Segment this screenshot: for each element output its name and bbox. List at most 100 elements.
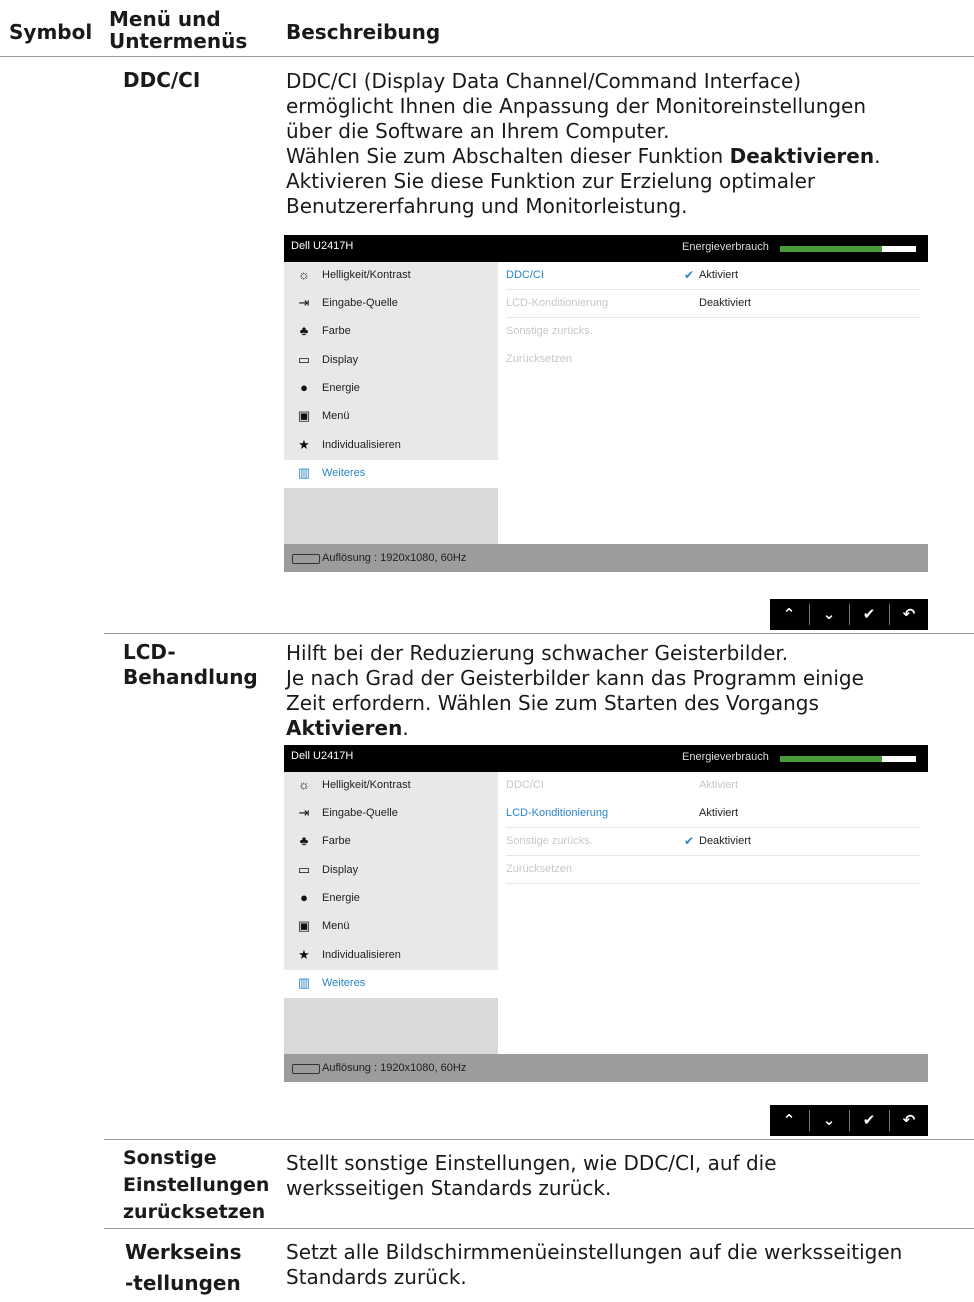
osd-menu-item[interactable]: ▣ Menü	[284, 403, 498, 431]
osd-menu-item[interactable]: ☼ Helligkeit/Kontrast	[284, 772, 498, 800]
color-icon: ♣	[299, 323, 309, 338]
back-icon[interactable]: ↶	[890, 599, 928, 630]
osd-screenshot-lcd: Dell U2417H Energieverbrauch ☼ Helligkeit…	[284, 745, 928, 1082]
display-icon: ▭	[297, 352, 311, 367]
desc-lcd: Hilft bei der Reduzierung schwacher Geis…	[286, 641, 864, 741]
energy-fill	[780, 246, 896, 252]
down-arrow-icon[interactable]: ⌄	[810, 1105, 848, 1136]
osd-resolution: Auflösung : 1920x1080, 60Hz	[322, 1062, 467, 1074]
nav-buttons: ⌃ ⌄ ✔ ↶	[770, 599, 928, 630]
energy-icon: ●	[300, 890, 308, 905]
desc-lcd-line2: Je nach Grad der Geisterbilder kann das …	[286, 666, 864, 690]
osd-model: Dell U2417H	[291, 240, 354, 252]
osd-menu-item[interactable]: ☼ Helligkeit/Kontrast	[284, 262, 498, 290]
energy-fill	[780, 756, 896, 762]
star-icon: ★	[298, 437, 310, 452]
up-arrow-icon[interactable]: ⌃	[770, 1105, 808, 1136]
display-icon: ▭	[297, 862, 311, 877]
osd-menu-item-selected[interactable]: ▥ Weiteres	[284, 970, 498, 998]
osd-submenu-panel: DDC/CI LCD-Konditionierung Sonstige zurü…	[498, 262, 928, 544]
menu-name-reset-other: Sonstige Einstellungen zurücksetzen	[123, 1147, 270, 1223]
osd-sub-reset[interactable]: Zurücksetzen	[506, 346, 708, 373]
col-menu-header: Menü und Untermenüs	[109, 8, 247, 52]
col-menu-header-line2: Untermenüs	[109, 29, 248, 53]
checkmark-icon[interactable]: ✔	[850, 1105, 888, 1136]
osd-sub-reset[interactable]: Zurücksetzen	[506, 856, 708, 883]
osd-main-menu: ☼ Helligkeit/Kontrast ⇥ Eingabe-Quelle ♣ Fa…	[284, 772, 498, 1054]
osd-energy-label: Energieverbrauch	[682, 241, 769, 253]
osd-menu-item[interactable]: ★ Individualisieren	[284, 942, 498, 970]
up-arrow-icon[interactable]: ⌃	[770, 599, 808, 630]
osd-main-menu: ☼ Helligkeit/Kontrast ⇥ Eingabe-Quelle ♣ Fa…	[284, 262, 498, 544]
osd-energy-label: Energieverbrauch	[682, 751, 769, 763]
osd-menu-item[interactable]: ▭ Display	[284, 347, 498, 375]
osd-menu-item[interactable]: ⇥ Eingabe-Quelle	[284, 800, 498, 828]
osd-sub-ddcci[interactable]: DDC/CI	[506, 772, 708, 799]
down-arrow-icon[interactable]: ⌄	[810, 599, 848, 630]
desc-ddcci-line4: Wählen Sie zum Abschalten dieser Funktio…	[286, 144, 881, 168]
osd-menu-item[interactable]: ♣ Farbe	[284, 828, 498, 856]
osd-option-enabled[interactable]: Aktiviert	[684, 800, 920, 827]
osd-energy-bar	[780, 246, 916, 252]
osd-option-enabled[interactable]: ✔ Aktiviert	[684, 262, 920, 289]
osd-model: Dell U2417H	[291, 750, 354, 762]
col-menu-header-line1: Menü und	[109, 7, 221, 31]
osd-menu-item[interactable]: ▭ Display	[284, 857, 498, 885]
osd-menu-item[interactable]: ⇥ Eingabe-Quelle	[284, 290, 498, 318]
osd-submenu-panel: DDC/CI LCD-Konditionierung Sonstige zurü…	[498, 772, 928, 1054]
desc-ddcci-line2: ermöglicht Ihnen die Anpassung der Monit…	[286, 94, 867, 118]
check-icon: ✔	[684, 834, 695, 848]
osd-ddcci-value: Aktiviert	[699, 779, 739, 791]
osd-menu-item[interactable]: ● Energie	[284, 375, 498, 403]
color-icon: ♣	[299, 833, 309, 848]
nav-buttons: ⌃ ⌄ ✔ ↶	[770, 1105, 928, 1136]
col-symbol-header: Symbol	[9, 20, 93, 44]
keyboard-icon	[292, 1064, 320, 1074]
osd-menu-filler	[284, 488, 498, 544]
row-divider	[104, 633, 974, 634]
row-divider	[104, 1228, 974, 1229]
menu-name-factory: Werkseins -tellungen	[125, 1240, 242, 1295]
menu-icon: ▣	[297, 408, 311, 423]
osd-status-bar: Auflösung : 1920x1080, 60Hz	[284, 544, 928, 572]
input-source-icon: ⇥	[298, 805, 310, 820]
deaktivieren-bold: Deaktivieren	[729, 144, 875, 168]
osd-menu-filler	[284, 998, 498, 1054]
star-icon: ★	[298, 947, 310, 962]
osd-menu-item[interactable]: ▣ Menü	[284, 913, 498, 941]
osd-menu-item[interactable]: ★ Individualisieren	[284, 432, 498, 460]
keyboard-icon	[292, 554, 320, 564]
osd-sub-lcd[interactable]: LCD-Konditionierung	[506, 800, 708, 827]
desc-lcd-line4: Aktivieren.	[286, 716, 409, 740]
osd-screenshot-ddcci: Dell U2417H Energieverbrauch ☼ Helligkeit…	[284, 235, 928, 572]
osd-sub-reset-other[interactable]: Sonstige zurücks.	[506, 318, 708, 345]
menu-name-lcd: LCD- Behandlung	[123, 640, 258, 689]
back-icon[interactable]: ↶	[890, 1105, 928, 1136]
desc-ddcci-line6: Benutzererfahrung und Monitorleistung.	[286, 194, 688, 218]
row-divider	[104, 1139, 974, 1140]
check-icon: ✔	[684, 268, 695, 282]
menu-icon: ▣	[297, 918, 311, 933]
desc-ddcci-line5: Aktivieren Sie diese Funktion zur Erziel…	[286, 169, 816, 193]
aktivieren-bold: Aktivieren	[286, 716, 403, 740]
osd-title-bar: Dell U2417H Energieverbrauch	[284, 745, 928, 772]
energy-icon: ●	[300, 380, 308, 395]
osd-sub-reset-other[interactable]: Sonstige zurücks.	[506, 828, 708, 855]
brightness-icon: ☼	[298, 777, 310, 792]
input-source-icon: ⇥	[298, 295, 310, 310]
osd-sub-ddcci[interactable]: DDC/CI	[506, 262, 708, 289]
desc-lcd-line1: Hilft bei der Reduzierung schwacher Geis…	[286, 641, 789, 665]
osd-menu-item[interactable]: ● Energie	[284, 885, 498, 913]
checkmark-icon[interactable]: ✔	[850, 599, 888, 630]
desc-ddcci-line3: über die Software an Ihrem Computer.	[286, 119, 670, 143]
desc-ddcci-line1: DDC/CI (Display Data Channel/Command Int…	[286, 69, 802, 93]
others-icon: ▥	[297, 465, 311, 480]
menu-name-ddcci: DDC/CI	[123, 68, 201, 92]
osd-option-disabled[interactable]: ✔ Deaktiviert	[684, 828, 920, 855]
osd-option-disabled[interactable]: Deaktiviert	[684, 290, 920, 317]
osd-menu-item[interactable]: ♣ Farbe	[284, 318, 498, 346]
osd-menu-item-selected[interactable]: ▥ Weiteres	[284, 460, 498, 488]
osd-status-bar: Auflösung : 1920x1080, 60Hz	[284, 1054, 928, 1082]
osd-energy-bar	[780, 756, 916, 762]
osd-sub-lcd[interactable]: LCD-Konditionierung	[506, 290, 708, 317]
